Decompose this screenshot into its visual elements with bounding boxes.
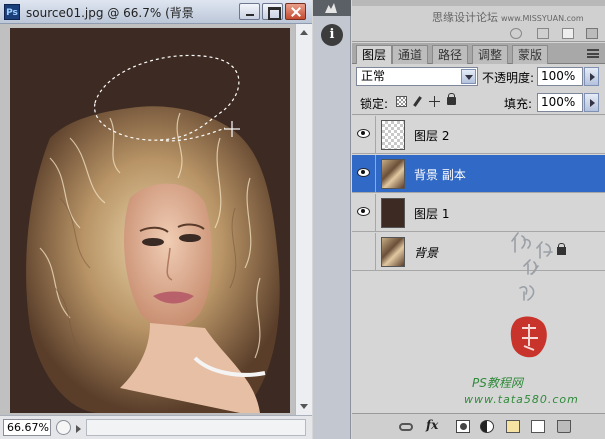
trash-icon[interactable] (557, 420, 571, 433)
eye-icon[interactable] (357, 129, 370, 138)
maximize-button[interactable] (262, 3, 283, 20)
history-snapshot-icon[interactable] (537, 28, 549, 39)
layer-row-background-copy[interactable]: 背景 副本 (352, 155, 605, 193)
lock-pixels-brush-icon[interactable] (412, 96, 423, 107)
layer-name: 背景 副本 (414, 168, 466, 182)
collapsed-panel-strip: i (313, 0, 351, 439)
scroll-down-icon[interactable] (300, 404, 308, 409)
add-mask-icon[interactable] (456, 420, 470, 433)
minimize-icon (240, 4, 259, 19)
minimize-button[interactable] (239, 3, 260, 20)
layer-thumbnail (381, 159, 405, 189)
layer-row-layer2[interactable]: 图层 2 (352, 116, 605, 154)
fill-label: 填充: (504, 97, 533, 111)
histogram-icon[interactable] (313, 0, 351, 16)
tab-adjustments[interactable]: 调整 (472, 45, 509, 64)
layers-list: 图层 2 背景 副本 图层 1 背景 PS教程网 www.tata580.com (352, 116, 605, 413)
lock-options-row: 锁定: 填充: 100% (352, 91, 605, 115)
photoshop-workspace: Ps source01.jpg @ 66.7% (背景 66.67% i 思缘设… (0, 0, 605, 439)
tab-masks[interactable]: 蒙版 (512, 45, 549, 64)
layers-panel-tabs: 图层 通道 路径 调整 蒙版 (352, 43, 605, 64)
photo-artwork (26, 54, 280, 413)
visibility-toggle[interactable] (352, 194, 376, 232)
scroll-up-icon[interactable] (300, 30, 308, 35)
document-window: Ps source01.jpg @ 66.7% (背景 66.67% (0, 0, 312, 439)
layer-thumbnail (381, 237, 405, 267)
horizontal-scrollbar[interactable] (86, 419, 306, 436)
opacity-field[interactable]: 100% (537, 67, 583, 86)
blend-options-row: 正常 不透明度: 100% (352, 64, 605, 89)
eye-icon[interactable] (357, 168, 370, 177)
watermark-top: 思缘设计论坛 www.MISSYUAN.com (432, 9, 584, 25)
close-icon (286, 4, 305, 19)
status-bar: 66.67% (0, 415, 312, 439)
eye-icon[interactable] (357, 207, 370, 216)
red-seal (510, 316, 547, 358)
layer-name: 图层 2 (414, 129, 450, 143)
watermark-top-url: www.MISSYUAN.com (501, 14, 584, 23)
right-panels: 思缘设计论坛 www.MISSYUAN.com 图层 通道 路径 调整 蒙版 正常… (352, 0, 605, 439)
lock-all-icon[interactable] (447, 93, 456, 105)
vertical-scrollbar[interactable] (295, 24, 312, 415)
new-group-folder-icon[interactable] (506, 420, 520, 433)
new-layer-icon[interactable] (531, 420, 545, 433)
tab-channels[interactable]: 通道 (392, 45, 429, 64)
image-canvas[interactable] (10, 28, 290, 413)
blend-mode-select[interactable]: 正常 (356, 67, 478, 86)
tab-paths[interactable]: 路径 (432, 45, 469, 64)
layer-row-background[interactable]: 背景 (352, 233, 605, 271)
brand-url-watermark: www.tata580.com (464, 393, 579, 406)
blend-mode-value: 正常 (361, 69, 386, 83)
canvas-area (0, 24, 295, 415)
layer-name: 背景 (414, 246, 439, 260)
layer-style-fx-icon[interactable]: fx (426, 418, 440, 432)
clear-icon[interactable] (510, 28, 522, 39)
new-document-icon[interactable] (562, 28, 574, 39)
visibility-toggle[interactable] (352, 233, 376, 271)
opacity-slider-button[interactable] (584, 67, 599, 86)
opacity-label: 不透明度: (482, 71, 535, 85)
lock-transparent-icon[interactable] (396, 96, 407, 107)
close-button[interactable] (285, 3, 306, 20)
lock-position-move-icon[interactable] (429, 96, 440, 107)
brand-watermark: PS教程网 (472, 376, 523, 390)
document-title-bar[interactable]: Ps source01.jpg @ 66.7% (背景 (0, 0, 312, 24)
layer-name: 图层 1 (414, 207, 450, 221)
panel-menu-icon[interactable] (587, 49, 599, 58)
adjustment-layer-icon[interactable] (480, 420, 494, 433)
lock-label: 锁定: (360, 97, 389, 111)
layers-bottom-toolbar: fx (352, 413, 605, 439)
status-info-icon[interactable] (56, 420, 71, 435)
delete-icon[interactable] (586, 28, 598, 39)
visibility-toggle[interactable] (352, 155, 376, 193)
info-panel-button[interactable]: i (321, 24, 343, 46)
layer-thumbnail (381, 198, 405, 228)
chevron-down-icon[interactable] (461, 69, 476, 84)
lock-icon (557, 243, 566, 255)
tab-layers[interactable]: 图层 (356, 45, 393, 64)
visibility-toggle[interactable] (352, 116, 376, 154)
fill-slider-button[interactable] (584, 93, 599, 112)
zoom-level-field[interactable]: 66.67% (3, 419, 51, 436)
status-menu-arrow-icon[interactable] (76, 425, 81, 433)
watermark-top-text: 思缘设计论坛 (432, 11, 498, 24)
upper-panel-strip (352, 0, 605, 6)
maximize-icon (263, 4, 282, 20)
upper-panel: 思缘设计论坛 www.MISSYUAN.com (352, 0, 605, 42)
document-title: source01.jpg @ 66.7% (背景 (26, 6, 194, 20)
fill-field[interactable]: 100% (537, 93, 583, 112)
photoshop-app-icon: Ps (4, 4, 20, 20)
layer-thumbnail (381, 120, 405, 150)
layer-row-layer1[interactable]: 图层 1 (352, 194, 605, 232)
link-layers-icon[interactable] (399, 423, 413, 431)
